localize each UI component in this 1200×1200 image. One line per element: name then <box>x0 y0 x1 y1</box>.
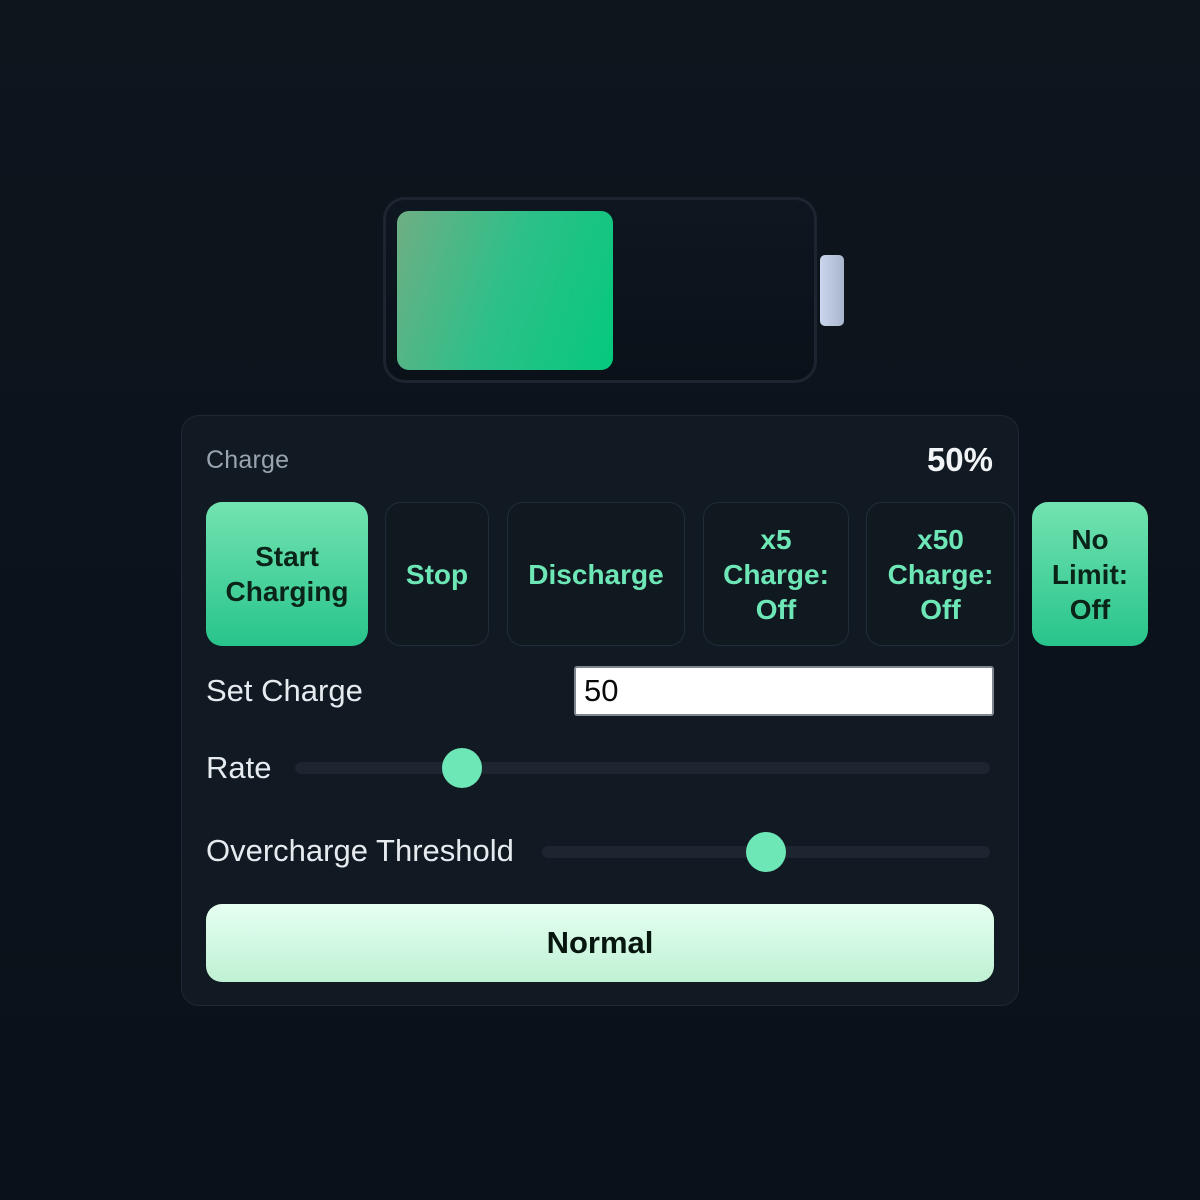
set-charge-input[interactable] <box>574 666 994 716</box>
rate-label: Rate <box>206 750 272 785</box>
rate-slider-track[interactable] <box>295 748 990 788</box>
mode-button[interactable]: Normal <box>206 904 994 982</box>
discharge-button[interactable]: Discharge <box>507 502 685 646</box>
overcharge-threshold-slider-thumb[interactable] <box>746 832 786 872</box>
stop-button[interactable]: Stop <box>385 502 489 646</box>
set-charge-label: Set Charge <box>206 673 363 708</box>
overcharge-threshold-slider-track[interactable] <box>542 832 990 872</box>
charge-label: Charge <box>206 446 290 474</box>
battery-terminal-cap <box>820 255 844 326</box>
battery-body <box>383 197 817 383</box>
no-limit-toggle-button[interactable]: No Limit: Off <box>1032 502 1148 646</box>
battery-fill-level <box>397 211 613 370</box>
x50-charge-toggle-button[interactable]: x50 Charge: Off <box>866 502 1015 646</box>
charge-percent-value: 50% <box>926 441 993 478</box>
rate-slider-thumb[interactable] <box>441 748 482 788</box>
start-charging-button[interactable]: Start Charging <box>206 502 368 646</box>
overcharge-threshold-label: Overcharge Threshold <box>206 833 514 868</box>
x5-charge-toggle-button[interactable]: x5 Charge: Off <box>703 502 849 646</box>
battery-simulator: Charge 50% Start Charging Stop Discharge… <box>0 0 1200 1200</box>
